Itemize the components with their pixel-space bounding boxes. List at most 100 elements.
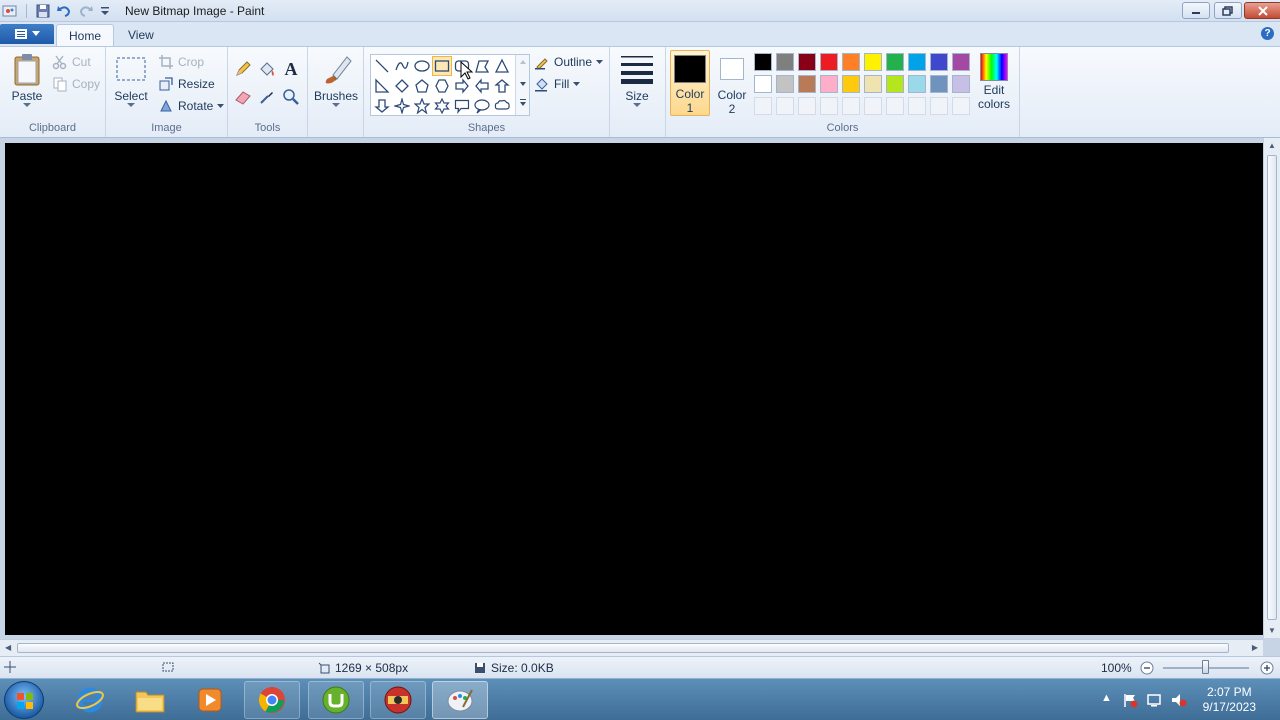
- magnifier-tool[interactable]: [280, 87, 302, 107]
- zoom-in-button[interactable]: [1260, 661, 1274, 678]
- pencil-tool[interactable]: [232, 59, 254, 79]
- text-tool[interactable]: A: [280, 59, 302, 79]
- scroll-right-icon[interactable]: ▶: [1252, 643, 1258, 652]
- palette-swatch[interactable]: [820, 53, 838, 71]
- customize-qat-icon[interactable]: [100, 2, 110, 20]
- game-taskbar-button[interactable]: [370, 681, 426, 719]
- pentagon-shape[interactable]: [412, 76, 432, 96]
- color-picker-tool[interactable]: [256, 87, 278, 107]
- custom-color-slot[interactable]: [820, 97, 838, 115]
- horizontal-scrollbar[interactable]: ◀ ▶: [0, 639, 1263, 656]
- restore-button[interactable]: [1214, 2, 1242, 19]
- palette-swatch[interactable]: [908, 75, 926, 93]
- rectangle-shape[interactable]: [432, 56, 452, 76]
- scroll-up-icon[interactable]: ▲: [1268, 141, 1276, 150]
- custom-color-slot[interactable]: [842, 97, 860, 115]
- palette-swatch[interactable]: [864, 75, 882, 93]
- tab-home[interactable]: Home: [56, 24, 115, 46]
- oval-shape[interactable]: [412, 56, 432, 76]
- resize-button[interactable]: Resize: [158, 76, 215, 92]
- chrome-taskbar-button[interactable]: [244, 681, 300, 719]
- palette-swatch[interactable]: [930, 75, 948, 93]
- diamond-shape[interactable]: [392, 76, 412, 96]
- oval-callout-shape[interactable]: [472, 96, 492, 116]
- paint-taskbar-button[interactable]: [432, 681, 488, 719]
- four-point-star-shape[interactable]: [392, 96, 412, 116]
- network-icon[interactable]: [1146, 692, 1162, 711]
- custom-color-slot[interactable]: [776, 97, 794, 115]
- palette-swatch[interactable]: [754, 53, 772, 71]
- paste-button[interactable]: Paste: [8, 53, 46, 108]
- zoom-slider-thumb[interactable]: [1202, 660, 1209, 674]
- right-triangle-shape[interactable]: [372, 76, 392, 96]
- start-button[interactable]: [4, 681, 44, 719]
- custom-color-slot[interactable]: [908, 97, 926, 115]
- volume-icon[interactable]: [1170, 692, 1188, 711]
- custom-color-slot[interactable]: [798, 97, 816, 115]
- curve-shape[interactable]: [392, 56, 412, 76]
- system-clock[interactable]: 2:07 PM 9/17/2023: [1203, 685, 1256, 715]
- fill-button[interactable]: Fill: [534, 76, 581, 92]
- custom-color-slot[interactable]: [886, 97, 904, 115]
- edit-colors-button[interactable]: Edit colors: [972, 53, 1016, 111]
- file-explorer-taskbar-button[interactable]: [122, 681, 178, 719]
- cloud-callout-shape[interactable]: [492, 96, 512, 116]
- save-icon[interactable]: [35, 2, 51, 20]
- down-arrow-shape[interactable]: [372, 96, 392, 116]
- paint-menu-button[interactable]: [0, 24, 54, 44]
- line-shape[interactable]: [372, 56, 392, 76]
- drawing-canvas[interactable]: [5, 143, 1264, 635]
- scroll-down-icon[interactable]: ▼: [1268, 626, 1276, 635]
- paint-app-icon[interactable]: [2, 2, 18, 20]
- horizontal-scroll-thumb[interactable]: [17, 643, 1229, 653]
- help-icon[interactable]: ?: [1261, 27, 1274, 40]
- scroll-left-icon[interactable]: ◀: [5, 643, 11, 652]
- fill-tool[interactable]: [256, 59, 278, 79]
- rect-callout-shape[interactable]: [452, 96, 472, 116]
- internet-explorer-taskbar-button[interactable]: [62, 681, 118, 719]
- gallery-arrows-icon[interactable]: [516, 55, 530, 115]
- action-center-icon[interactable]: [1122, 692, 1138, 711]
- select-button[interactable]: Select: [114, 55, 148, 108]
- hexagon-shape[interactable]: [432, 76, 452, 96]
- palette-swatch[interactable]: [886, 53, 904, 71]
- palette-swatch[interactable]: [864, 53, 882, 71]
- palette-swatch[interactable]: [754, 75, 772, 93]
- custom-color-slot[interactable]: [754, 97, 772, 115]
- color1-button[interactable]: Color 1: [670, 50, 710, 116]
- palette-swatch[interactable]: [820, 75, 838, 93]
- redo-icon[interactable]: [78, 2, 94, 20]
- palette-swatch[interactable]: [798, 53, 816, 71]
- show-hidden-icons[interactable]: ▲: [1101, 692, 1112, 704]
- vertical-scrollbar[interactable]: ▲ ▼: [1263, 138, 1280, 638]
- eraser-tool[interactable]: [232, 87, 254, 107]
- polygon-shape[interactable]: [472, 56, 492, 76]
- zoom-out-button[interactable]: [1140, 661, 1154, 678]
- tab-view[interactable]: View: [116, 24, 166, 46]
- cut-button[interactable]: Cut: [52, 54, 91, 70]
- left-arrow-shape[interactable]: [472, 76, 492, 96]
- vertical-scroll-thumb[interactable]: [1267, 155, 1277, 620]
- palette-swatch[interactable]: [930, 53, 948, 71]
- color2-button[interactable]: Color 2: [712, 50, 752, 116]
- palette-swatch[interactable]: [908, 53, 926, 71]
- outline-button[interactable]: Outline: [534, 54, 604, 70]
- triangle-shape[interactable]: [492, 56, 512, 76]
- palette-swatch[interactable]: [776, 75, 794, 93]
- six-point-star-shape[interactable]: [432, 96, 452, 116]
- utorrent-taskbar-button[interactable]: [308, 681, 364, 719]
- undo-icon[interactable]: [56, 2, 72, 20]
- custom-color-slot[interactable]: [952, 97, 970, 115]
- crop-button[interactable]: Crop: [158, 54, 204, 70]
- copy-button[interactable]: Copy: [52, 76, 100, 92]
- size-button[interactable]: Size: [618, 53, 656, 108]
- custom-color-slot[interactable]: [864, 97, 882, 115]
- palette-swatch[interactable]: [952, 53, 970, 71]
- palette-swatch[interactable]: [776, 53, 794, 71]
- palette-swatch[interactable]: [886, 75, 904, 93]
- up-arrow-shape[interactable]: [492, 76, 512, 96]
- custom-color-slot[interactable]: [930, 97, 948, 115]
- minimize-button[interactable]: [1182, 2, 1210, 19]
- palette-swatch[interactable]: [952, 75, 970, 93]
- palette-swatch[interactable]: [798, 75, 816, 93]
